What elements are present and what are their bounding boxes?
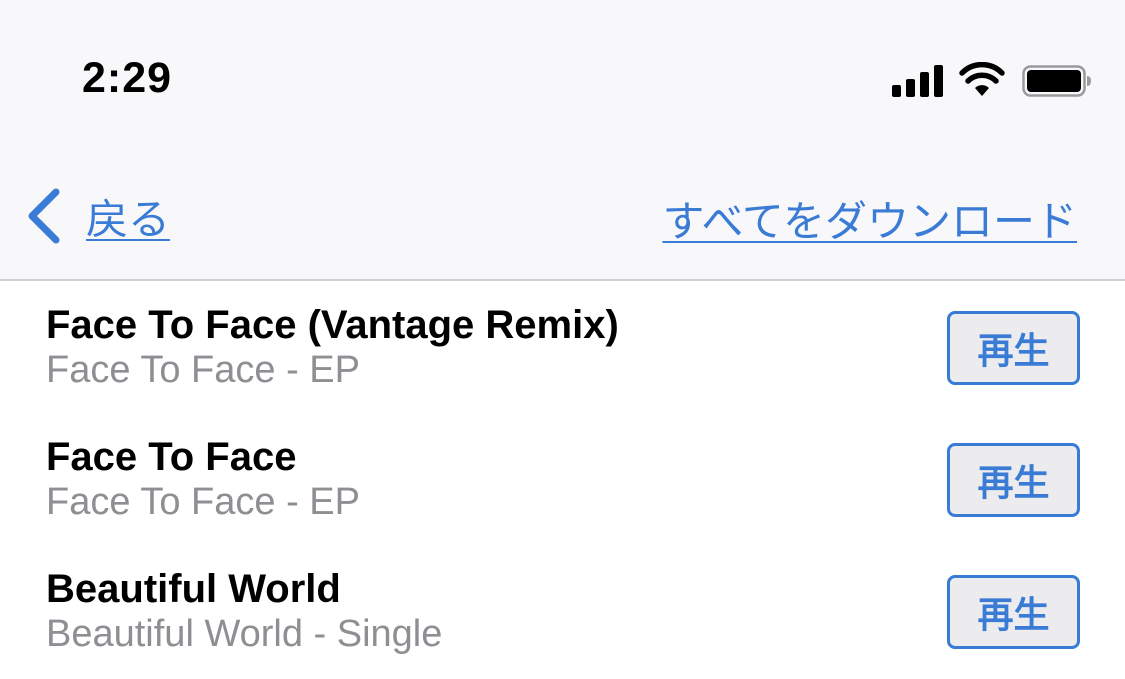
track-album: Face To Face - EP xyxy=(46,349,360,391)
track-row: Beautiful World Beautiful World - Single… xyxy=(0,547,1125,679)
track-title: Beautiful World xyxy=(46,567,341,611)
navigation-bar: 2:29 戻る すべてをダウンロード xyxy=(0,0,1125,281)
status-bar-time: 2:29 xyxy=(82,54,173,102)
track-row: Face To Face Face To Face - EP 再生 xyxy=(0,415,1125,547)
battery-icon xyxy=(1022,65,1091,97)
track-album: Face To Face - EP xyxy=(46,481,360,523)
play-button[interactable]: 再生 xyxy=(947,311,1080,385)
track-list: Face To Face (Vantage Remix) Face To Fac… xyxy=(0,283,1125,679)
back-button[interactable]: 戻る xyxy=(24,185,170,247)
track-title: Face To Face xyxy=(46,435,297,479)
download-all-link[interactable]: すべてをダウンロード xyxy=(662,188,1077,249)
status-bar-icons xyxy=(890,60,1095,100)
play-button[interactable]: 再生 xyxy=(947,575,1080,649)
track-album: Beautiful World - Single xyxy=(46,613,443,655)
track-title: Face To Face (Vantage Remix) xyxy=(46,303,619,347)
play-button[interactable]: 再生 xyxy=(947,443,1080,517)
cellular-signal-icon xyxy=(892,65,944,97)
wifi-icon xyxy=(959,62,1005,96)
back-button-label: 戻る xyxy=(86,194,171,244)
track-row: Face To Face (Vantage Remix) Face To Fac… xyxy=(0,283,1125,415)
chevron-left-icon xyxy=(28,188,60,244)
